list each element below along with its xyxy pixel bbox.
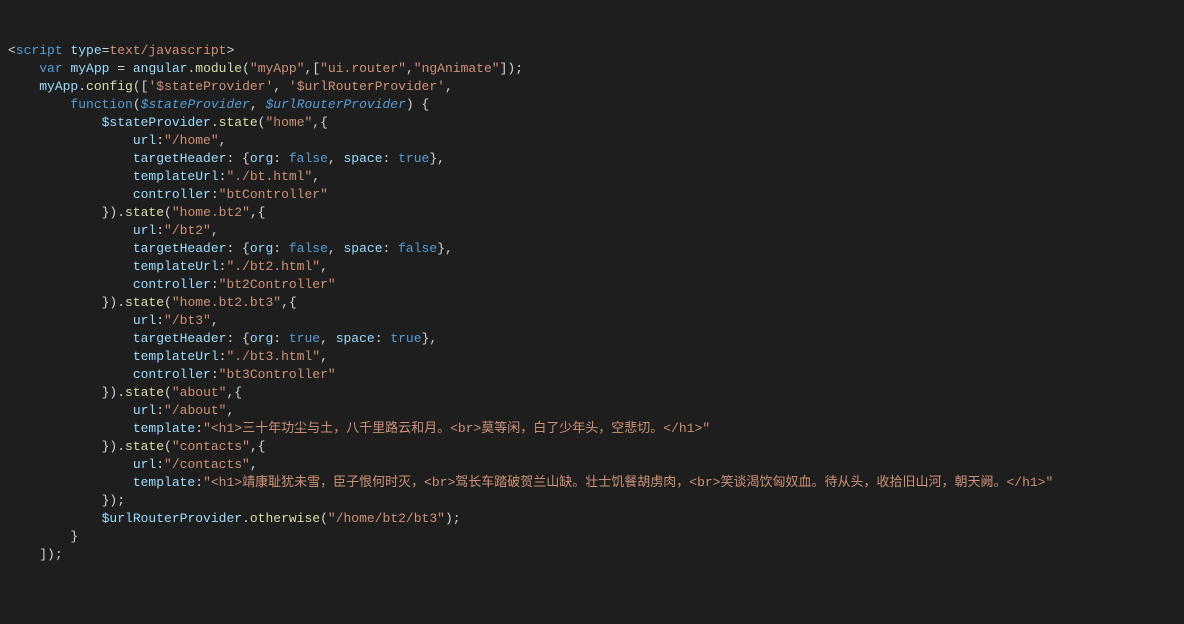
function-keyword: function: [70, 97, 132, 112]
code-editor[interactable]: <script type=text/javascript> var myApp …: [8, 42, 1184, 564]
about-template: "<h1>三十年功尘与土，八千里路云和月。<br>莫等闲，白了少年头，空悲切。<…: [203, 421, 710, 436]
var-keyword: var: [39, 61, 62, 76]
contacts-template: "<h1>靖康耻犹未雪，臣子恨何时灭，<br>驾长车踏破贺兰山缺。壮士饥餐胡虏肉…: [203, 475, 1053, 490]
script-type-attr: text/javascript: [109, 43, 226, 58]
